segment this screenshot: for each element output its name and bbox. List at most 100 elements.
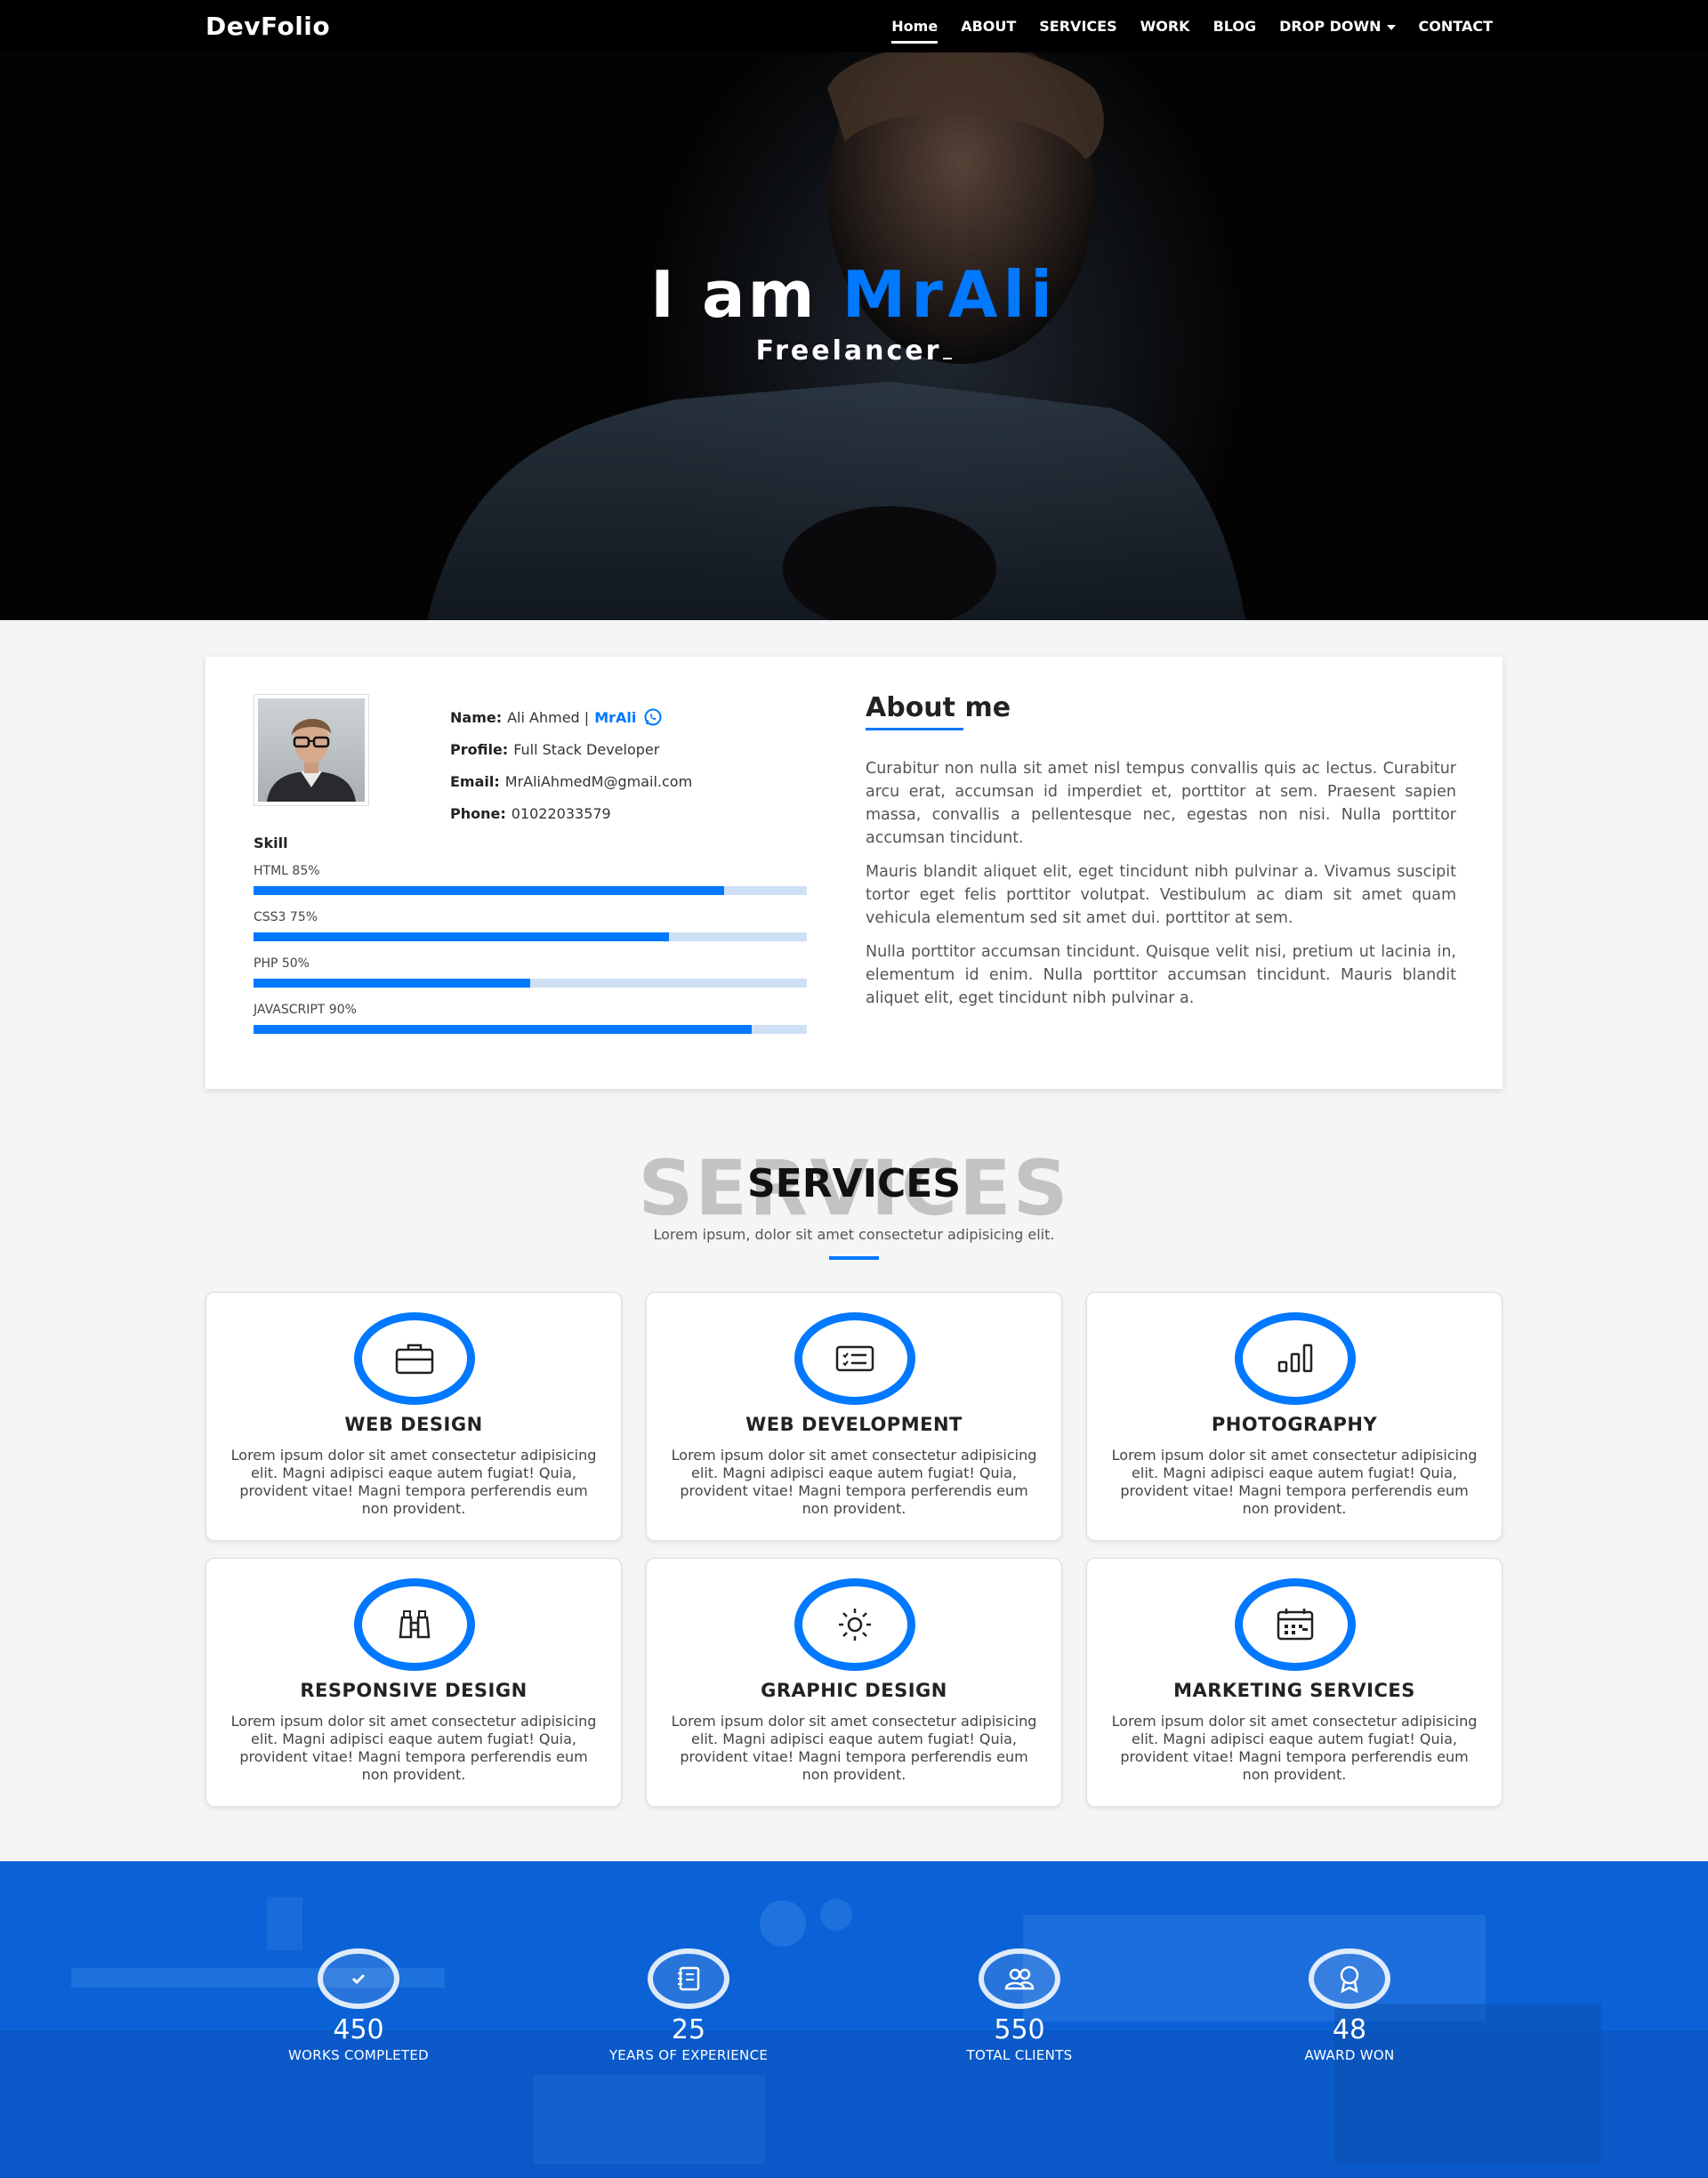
counter-label: TOTAL CLIENTS: [966, 2047, 1073, 2063]
nav-item-dropdown[interactable]: DROP DOWN: [1279, 18, 1396, 35]
profile-value: Full Stack Developer: [513, 740, 660, 758]
email-value: MrAliAhmedM@gmail.com: [504, 772, 693, 790]
skill-label: JAVASCRIPT 90%: [254, 1003, 357, 1017]
nav-item-home[interactable]: Home: [891, 18, 938, 44]
service-title: WEB DESIGN: [344, 1414, 483, 1435]
typed-cursor: [943, 358, 953, 359]
info-name-row: Name: Ali Ahmed | MrAli: [450, 701, 692, 733]
counter-total-clients: 550 TOTAL CLIENTS: [886, 1948, 1153, 2063]
phone-value: 01022033579: [511, 804, 611, 822]
service-icon-ring: [1235, 1312, 1356, 1405]
service-title: GRAPHIC DESIGN: [761, 1680, 947, 1701]
services-subtitle: Lorem ipsum, dolor sit amet consectetur …: [653, 1226, 1055, 1243]
phone-label: Phone:: [450, 804, 506, 822]
service-card-responsive-design[interactable]: RESPONSIVE DESIGN Lorem ipsum dolor sit …: [205, 1558, 622, 1807]
about-heading: About me: [866, 692, 1011, 730]
counters-section: 450 WORKS COMPLETED 25 YEARS OF EXPERIEN…: [0, 1861, 1708, 2178]
skill-progress-bar: [254, 932, 807, 941]
counter-label: WORKS COMPLETED: [288, 2047, 429, 2063]
nav-item-work[interactable]: WORK: [1140, 18, 1190, 35]
about-paragraph: Mauris blandit aliquet elit, eget tincid…: [866, 863, 1456, 927]
name-link[interactable]: MrAli: [594, 709, 636, 726]
service-card-photography[interactable]: PHOTOGRAPHY Lorem ipsum dolor sit amet c…: [1086, 1292, 1503, 1541]
services-header: SERVICES SERVICES Lorem ipsum, dolor sit…: [0, 1144, 1708, 1263]
nav-item-contact[interactable]: CONTACT: [1419, 18, 1493, 35]
info-email-row: Email: MrAliAhmedM@gmail.com: [450, 765, 692, 797]
counter-value: 550: [994, 2014, 1045, 2045]
service-icon-ring: [354, 1312, 475, 1405]
nav-item-services[interactable]: SERVICES: [1039, 18, 1116, 35]
service-description: Lorem ipsum dolor sit amet consectetur a…: [671, 1713, 1037, 1783]
service-title: PHOTOGRAPHY: [1211, 1414, 1378, 1435]
counter-label: YEARS OF EXPERIENCE: [608, 2047, 769, 2063]
service-icon-ring: [354, 1578, 475, 1671]
avatar: [254, 694, 369, 806]
hero-subtitle: Freelancer: [0, 335, 1708, 367]
skill-progress-fill: [254, 886, 724, 895]
counter-value: 25: [671, 2014, 706, 2045]
skill-item: JAVASCRIPT 90%: [254, 1003, 807, 1049]
service-card-web-design[interactable]: WEB DESIGN Lorem ipsum dolor sit amet co…: [205, 1292, 622, 1541]
briefcase-icon: [395, 1343, 434, 1375]
nav-item-blog[interactable]: BLOG: [1213, 18, 1257, 35]
hero-title-prefix: I am: [650, 257, 818, 332]
about-paragraph: Curabitur non nulla sit amet nisl tempus…: [866, 760, 1456, 847]
email-label: Email:: [450, 772, 500, 790]
hero-typed-text: Freelancer: [755, 335, 942, 367]
service-title: MARKETING SERVICES: [1173, 1680, 1415, 1701]
counter-icon-ring: [979, 1948, 1060, 2009]
skill-item: HTML 85%: [254, 864, 807, 910]
counter-icon-ring: [1309, 1948, 1390, 2009]
services-underline: [829, 1256, 879, 1260]
service-description: Lorem ipsum dolor sit amet consectetur a…: [230, 1447, 597, 1517]
service-title: RESPONSIVE DESIGN: [300, 1680, 528, 1701]
service-card-marketing-services[interactable]: MARKETING SERVICES Lorem ipsum dolor sit…: [1086, 1558, 1503, 1807]
binoculars-icon: [399, 1610, 431, 1639]
service-description: Lorem ipsum dolor sit amet consectetur a…: [230, 1713, 597, 1783]
service-title: WEB DEVELOPMENT: [745, 1414, 963, 1435]
skill-title: Skill: [254, 835, 288, 851]
brand-logo[interactable]: DevFolio: [205, 12, 330, 41]
hero-title-name: MrAli: [842, 257, 1058, 332]
service-icon-ring: [794, 1312, 915, 1405]
person-photo-illustration: [267, 718, 356, 802]
services-title: SERVICES: [746, 1161, 962, 1206]
counter-label: AWARD WON: [1304, 2047, 1395, 2063]
profile-info: Name: Ali Ahmed | MrAli Profile: Full St…: [450, 701, 692, 829]
sun-icon: [839, 1609, 871, 1641]
nav-item-about[interactable]: ABOUT: [961, 18, 1016, 35]
bar-chart-icon: [1277, 1343, 1313, 1373]
counter-works-completed: 450 WORKS COMPLETED: [225, 1948, 492, 2063]
award-icon: [1340, 1965, 1359, 1994]
counter-value: 48: [1332, 2014, 1367, 2045]
skill-progress-bar: [254, 886, 807, 895]
calendar-icon: [1277, 1609, 1314, 1641]
service-icon-ring: [794, 1578, 915, 1671]
service-description: Lorem ipsum dolor sit amet consectetur a…: [671, 1447, 1037, 1517]
nav-dropdown-label: DROP DOWN: [1279, 18, 1382, 35]
skill-list: HTML 85% CSS3 75% PHP 50% JAVASCRIPT 90%: [254, 864, 807, 1049]
caret-down-icon: [1386, 24, 1396, 30]
skill-progress-fill: [254, 1025, 752, 1034]
service-card-graphic-design[interactable]: GRAPHIC DESIGN Lorem ipsum dolor sit ame…: [646, 1558, 1062, 1807]
skill-progress-bar: [254, 1025, 807, 1034]
people-icon: [1004, 1968, 1035, 1990]
check-icon: [351, 1973, 366, 1985]
name-label: Name:: [450, 708, 503, 726]
counter-icon-ring: [648, 1948, 729, 2009]
info-profile-row: Profile: Full Stack Developer: [450, 733, 692, 765]
service-description: Lorem ipsum dolor sit amet consectetur a…: [1111, 1713, 1478, 1783]
service-card-web-development[interactable]: WEB DEVELOPMENT Lorem ipsum dolor sit am…: [646, 1292, 1062, 1541]
counter-years-experience: 25 YEARS OF EXPERIENCE: [555, 1948, 822, 2063]
top-navbar: DevFolio Home ABOUT SERVICES WORK BLOG D…: [0, 0, 1708, 52]
nav-menu: Home ABOUT SERVICES WORK BLOG DROP DOWN …: [891, 0, 1493, 52]
skill-label: HTML 85%: [254, 864, 320, 878]
info-phone-row: Phone: 01022033579: [450, 797, 692, 829]
about-me-section: About me Curabitur non nulla sit amet ni…: [866, 692, 1456, 1010]
about-card: Name: Ali Ahmed | MrAli Profile: Full St…: [205, 657, 1503, 1089]
whatsapp-icon[interactable]: [643, 707, 663, 727]
profile-label: Profile:: [450, 740, 509, 758]
profile-photo: [258, 698, 365, 802]
hero-section: I am MrAli Freelancer: [0, 52, 1708, 620]
hero-title: I am MrAli: [0, 257, 1708, 332]
